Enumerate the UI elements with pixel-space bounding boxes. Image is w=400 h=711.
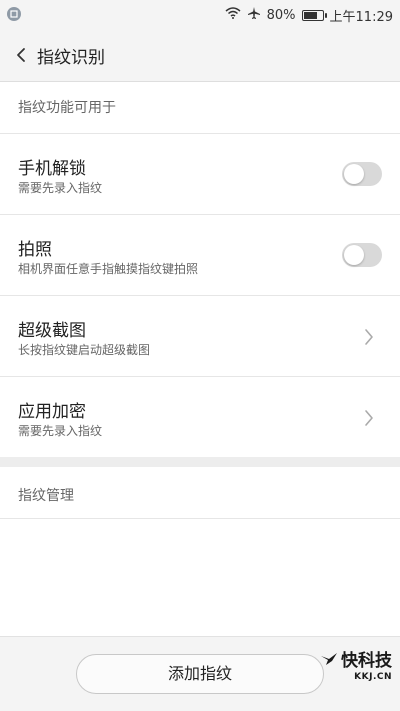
section-header-manage: 指纹管理 <box>0 467 400 519</box>
row-title: 应用加密 <box>18 402 86 422</box>
row-subtitle: 相机界面任意手指触摸指纹键拍照 <box>18 262 199 276</box>
row-title: 手机解锁 <box>18 159 86 179</box>
row-app-encryption[interactable]: 应用加密 需要先录入指纹 <box>0 377 400 458</box>
toggle-knob <box>344 164 364 184</box>
watermark-logo: 快科技 KKJ.CN <box>320 646 392 682</box>
bird-logo-icon <box>321 652 337 665</box>
battery-level-fill <box>303 11 317 19</box>
wifi-icon <box>225 7 241 23</box>
fingerprint-usage-section: 指纹功能可用于 手机解锁 需要先录入指纹 拍照 相机界面任意手指触摸指纹键拍照 … <box>0 82 400 522</box>
watermark-main-text: 快科技 <box>341 651 392 671</box>
back-button[interactable] <box>10 40 40 70</box>
row-title: 超级截图 <box>18 321 86 341</box>
row-camera-shutter[interactable]: 拍照 相机界面任意手指触摸指纹键拍照 <box>0 215 400 296</box>
status-time: 上午11:29 <box>329 9 393 25</box>
battery-percent: 80% <box>266 7 296 23</box>
airplane-icon <box>247 6 261 24</box>
row-subtitle: 需要先录入指纹 <box>18 181 103 195</box>
phone-unlock-toggle[interactable] <box>342 162 382 186</box>
camera-shutter-toggle[interactable] <box>342 243 382 267</box>
watermark-sub: KKJ.CN <box>354 672 392 682</box>
app-notification-icon <box>7 7 21 21</box>
section-divider <box>0 457 400 467</box>
fingerprint-management-section: 指纹管理 <box>0 467 400 637</box>
row-subtitle: 长按指纹键启动超级截图 <box>18 343 151 357</box>
toggle-knob <box>344 245 364 265</box>
page-title: 指纹识别 <box>37 48 105 68</box>
watermark-main: 快科技 <box>320 646 392 671</box>
row-subtitle: 需要先录入指纹 <box>18 424 103 438</box>
chevron-left-icon <box>17 48 25 62</box>
chevron-right-icon <box>365 329 373 345</box>
row-super-screenshot[interactable]: 超级截图 长按指纹键启动超级截图 <box>0 296 400 377</box>
row-title: 拍照 <box>18 240 52 260</box>
row-phone-unlock[interactable]: 手机解锁 需要先录入指纹 <box>0 134 400 215</box>
title-bar: 指纹识别 <box>0 30 400 82</box>
battery-icon <box>301 9 327 21</box>
section-header-usage: 指纹功能可用于 <box>0 82 400 134</box>
chevron-right-icon <box>365 410 373 426</box>
add-fingerprint-button[interactable]: 添加指纹 <box>76 654 324 694</box>
status-right-group: 80% 上午11:29 <box>225 0 393 30</box>
status-bar: 80% 上午11:29 <box>0 0 400 30</box>
